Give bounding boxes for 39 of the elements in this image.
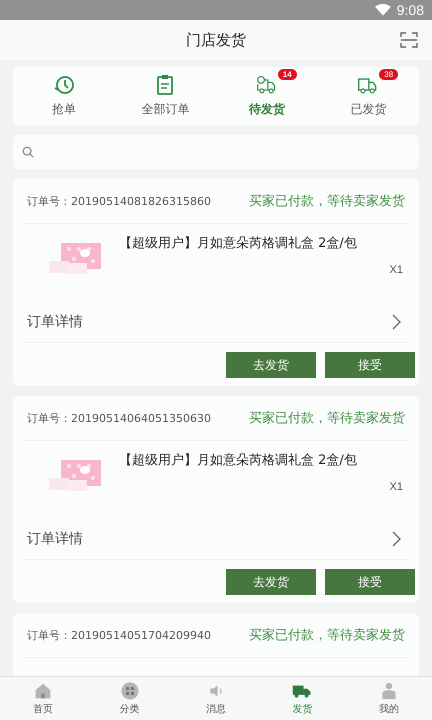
order-status: 买家已付款，等待卖家发货	[249, 410, 405, 427]
quantity: X1	[390, 481, 403, 493]
chevron-right-icon	[391, 314, 401, 330]
order-status: 买家已付款，等待卖家发货	[249, 193, 405, 210]
order-status: 买家已付款，等待卖家发货	[249, 627, 405, 644]
search-field[interactable]	[13, 135, 419, 169]
nav-tab[interactable]: 全部订单	[114, 67, 216, 125]
truck-icon	[256, 74, 278, 96]
order-number: 订单号：20190514064051350630	[27, 410, 211, 426]
tab-bar-item[interactable]: 首页	[0, 677, 86, 720]
scan-icon[interactable]	[400, 32, 418, 48]
order-number: 订单号：20190514051704209940	[27, 628, 211, 642]
order-number: 订单号：20190514081826315860	[27, 194, 211, 208]
order-detail-link[interactable]: 订单详情	[25, 519, 407, 560]
tab-bar-item[interactable]: 发货	[259, 677, 346, 720]
clock-time: 9:08	[396, 2, 424, 18]
action-button[interactable]: 接受	[325, 352, 415, 378]
product-title: 【超级用户】月如意朵芮格调礼盒 2盒/包	[119, 235, 358, 252]
page-title: 门店发货	[186, 30, 246, 50]
tab-bar-item[interactable]: 分类	[86, 677, 173, 720]
search-icon	[22, 146, 34, 158]
action-button[interactable]: 去发货	[226, 569, 316, 595]
home-icon	[33, 682, 54, 700]
nav-tab[interactable]: 14 待发货	[216, 67, 318, 125]
grid-icon	[120, 682, 140, 700]
product-title: 【超级用户】月如意朵芮格调礼盒 2盒/包	[119, 452, 358, 469]
action-button[interactable]: 接受	[325, 569, 415, 595]
quantity: X1	[390, 264, 403, 276]
count-badge: 38	[379, 69, 398, 80]
order-detail-link[interactable]: 订单详情	[25, 302, 407, 343]
nav-tab[interactable]: 38 已发货	[318, 67, 419, 125]
chevron-right-icon	[391, 531, 401, 547]
nav-tab[interactable]: 抢单	[13, 67, 114, 125]
tab-bar-item[interactable]: 我的	[346, 677, 432, 720]
clock-icon	[52, 74, 75, 96]
action-button[interactable]: 去发货	[226, 352, 316, 378]
count-badge: 14	[278, 69, 297, 80]
tab-bar-item[interactable]: 消息	[172, 677, 260, 720]
wifi-icon	[374, 4, 391, 16]
